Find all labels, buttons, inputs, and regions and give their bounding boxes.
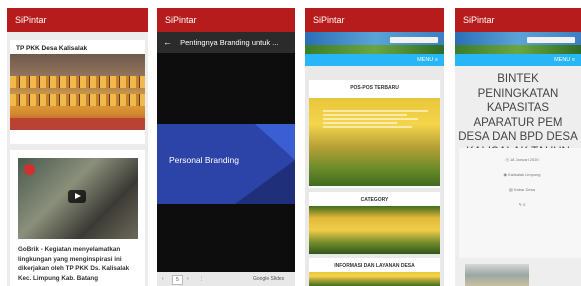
- site-header-image: [305, 32, 444, 54]
- tulip-background: [309, 206, 440, 254]
- viewer-background: [157, 204, 295, 272]
- site-logo[interactable]: [527, 37, 575, 43]
- news-card[interactable]: TP PKK Desa Kalisalak: [10, 40, 145, 144]
- slide-title: Personal Branding: [169, 155, 239, 165]
- post-link[interactable]: [323, 110, 428, 112]
- app-bar: SiPintar: [455, 8, 581, 32]
- header-hills: [305, 45, 444, 54]
- channel-icon: [24, 164, 35, 175]
- app-title: SiPintar: [165, 15, 197, 25]
- slide-preview[interactable]: Personal Branding: [157, 124, 295, 204]
- post-link[interactable]: [323, 126, 413, 128]
- app-title: SiPintar: [313, 15, 345, 25]
- app-bar: SiPintar: [157, 8, 295, 32]
- tulip-background: [309, 272, 440, 286]
- article-image[interactable]: [465, 264, 529, 286]
- provider-label[interactable]: Google Slides: [253, 272, 284, 286]
- document-bar: ← Pentingnya Branding untuk ...: [157, 32, 295, 53]
- app-title: SiPintar: [463, 15, 495, 25]
- widget-title: CATEGORY: [360, 197, 389, 203]
- group-photo[interactable]: [10, 54, 145, 130]
- prev-icon[interactable]: ‹: [162, 272, 164, 286]
- screen-home: SiPintar TP PKK Desa Kalisalak GoBrik - …: [7, 8, 148, 286]
- menu-button[interactable]: MENU ≡: [455, 54, 581, 66]
- viewer-background: [157, 53, 295, 124]
- post-link[interactable]: [323, 118, 418, 120]
- app-bar: SiPintar: [7, 8, 148, 32]
- tulip-background: [309, 98, 440, 186]
- document-title: Pentingnya Branding untuk ...: [180, 38, 279, 47]
- meta-author[interactable]: Kalisalak Limpung: [508, 172, 540, 177]
- slide-decoration: [255, 124, 295, 160]
- next-icon[interactable]: ›: [187, 272, 189, 286]
- header-hills: [455, 45, 581, 54]
- menu-button[interactable]: MENU ≡: [305, 54, 444, 66]
- app-title: SiPintar: [15, 15, 47, 25]
- app-bar: SiPintar: [305, 8, 444, 32]
- site-logo[interactable]: [390, 37, 438, 43]
- widget-title: POS-POS TERBARU: [350, 85, 399, 91]
- photo-row: [10, 94, 145, 106]
- back-icon[interactable]: ←: [163, 32, 172, 53]
- more-icon[interactable]: ⋮: [199, 272, 204, 286]
- meta-category[interactable]: Kabar Desa: [514, 187, 535, 192]
- category-widget: CATEGORY: [309, 192, 440, 206]
- meta-date: 18 Januari 2020: [509, 157, 539, 162]
- screen-article: SiPintar MENU ≡ BINTEK PENINGKATAN KAPAS…: [455, 8, 581, 286]
- video-description: GoBrik - Kegiatan menyelamatkan lingkung…: [18, 246, 130, 282]
- play-icon[interactable]: [68, 190, 86, 203]
- article-meta-box: ◷ 18 Januari 2020 ◉ Kalisalak Limpung ▤ …: [459, 148, 581, 258]
- slides-controls: ‹ 5 › ⋮ Google Slides: [157, 272, 295, 286]
- recent-post-links[interactable]: [323, 108, 428, 130]
- video-thumbnail[interactable]: [18, 158, 138, 239]
- meta-comments[interactable]: 0: [523, 202, 525, 207]
- post-link[interactable]: [323, 122, 397, 124]
- photo-row: [10, 76, 145, 88]
- article-meta: ◷ 18 Januari 2020 ◉ Kalisalak Limpung ▤ …: [459, 152, 581, 212]
- widget-title: INFORMASI DAN LAYANAN DESA: [334, 263, 415, 269]
- post-link[interactable]: [323, 114, 407, 116]
- site-header-image: [455, 32, 581, 54]
- video-card[interactable]: GoBrik - Kegiatan menyelamatkan lingkung…: [10, 150, 145, 286]
- photo-band: [10, 118, 145, 130]
- slide-decoration: [235, 160, 295, 204]
- screen-site-home: SiPintar MENU ≡ POS-POS TERBARU CATEGORY…: [305, 8, 444, 286]
- screen-slides: SiPintar ← Pentingnya Branding untuk ...…: [157, 8, 295, 286]
- page-number[interactable]: 5: [172, 275, 183, 285]
